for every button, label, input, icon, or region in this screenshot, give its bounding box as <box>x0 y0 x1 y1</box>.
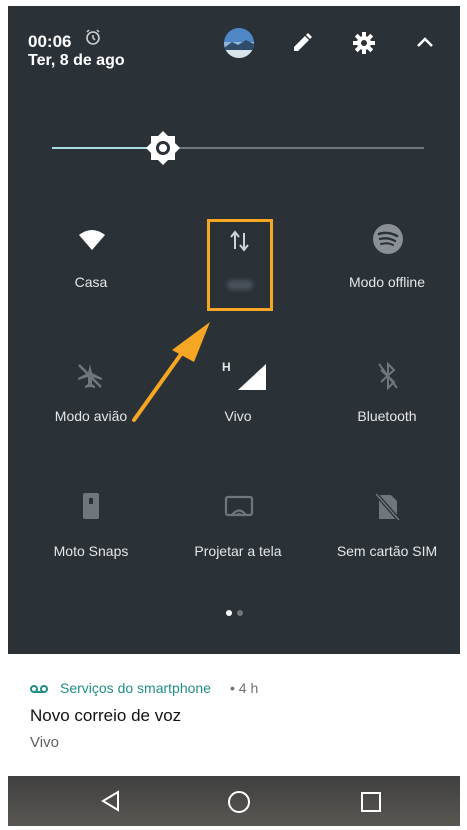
page-indicator-active <box>226 610 232 616</box>
notification-time: • 4 h <box>230 680 259 696</box>
pencil-icon[interactable] <box>291 32 313 59</box>
cast-icon[interactable] <box>224 494 254 525</box>
tile-label-modo-offline: Modo offline <box>348 274 425 290</box>
brightness-thumb[interactable] <box>145 130 181 171</box>
voicemail-icon <box>30 682 48 700</box>
tile-label-bluetooth: Bluetooth <box>357 408 417 424</box>
quick-settings-panel: 00:06 Ter, 8 de ago Casa Modo offline Mo… <box>8 6 460 654</box>
gear-icon[interactable] <box>352 31 376 60</box>
notification-title: Novo correio de voz <box>30 706 182 725</box>
home-icon[interactable] <box>227 790 251 819</box>
airplane-icon[interactable] <box>76 362 104 395</box>
blurred-carrier-label <box>227 280 253 290</box>
back-icon[interactable] <box>100 790 122 817</box>
clock-date: Ter, 8 de ago <box>28 52 125 69</box>
notification-app-name: Serviços do smartphone <box>60 680 211 696</box>
tile-label-projetar-a-tela: Projetar a tela <box>194 543 282 559</box>
annotation-arrow <box>118 310 218 433</box>
phone-icon[interactable] <box>82 492 100 525</box>
mobile-data-icon[interactable] <box>229 229 251 258</box>
navigation-bar <box>8 776 460 826</box>
clock-time: 00:06 <box>28 32 72 51</box>
tile-label-moto-snaps: Moto Snaps <box>53 543 129 559</box>
notification-subtitle: Vivo <box>30 734 59 751</box>
wifi-icon[interactable] <box>78 228 106 257</box>
avatar[interactable] <box>224 28 254 58</box>
tile-label-casa: Casa <box>74 274 108 290</box>
no-sim-icon[interactable] <box>374 492 401 527</box>
bluetooth-icon[interactable] <box>378 361 398 396</box>
page-indicator-inactive <box>237 610 243 616</box>
tile-label-sem-cartao-sim: Sem cartão SIM <box>336 543 438 559</box>
alarm-icon <box>84 28 102 51</box>
spotify-icon[interactable] <box>372 223 404 260</box>
network-type-badge: H <box>222 360 231 374</box>
chevron-up-icon[interactable] <box>416 34 434 55</box>
recents-icon[interactable] <box>360 791 382 818</box>
notification-card[interactable]: Serviços do smartphone • 4 h Novo correi… <box>8 654 460 776</box>
